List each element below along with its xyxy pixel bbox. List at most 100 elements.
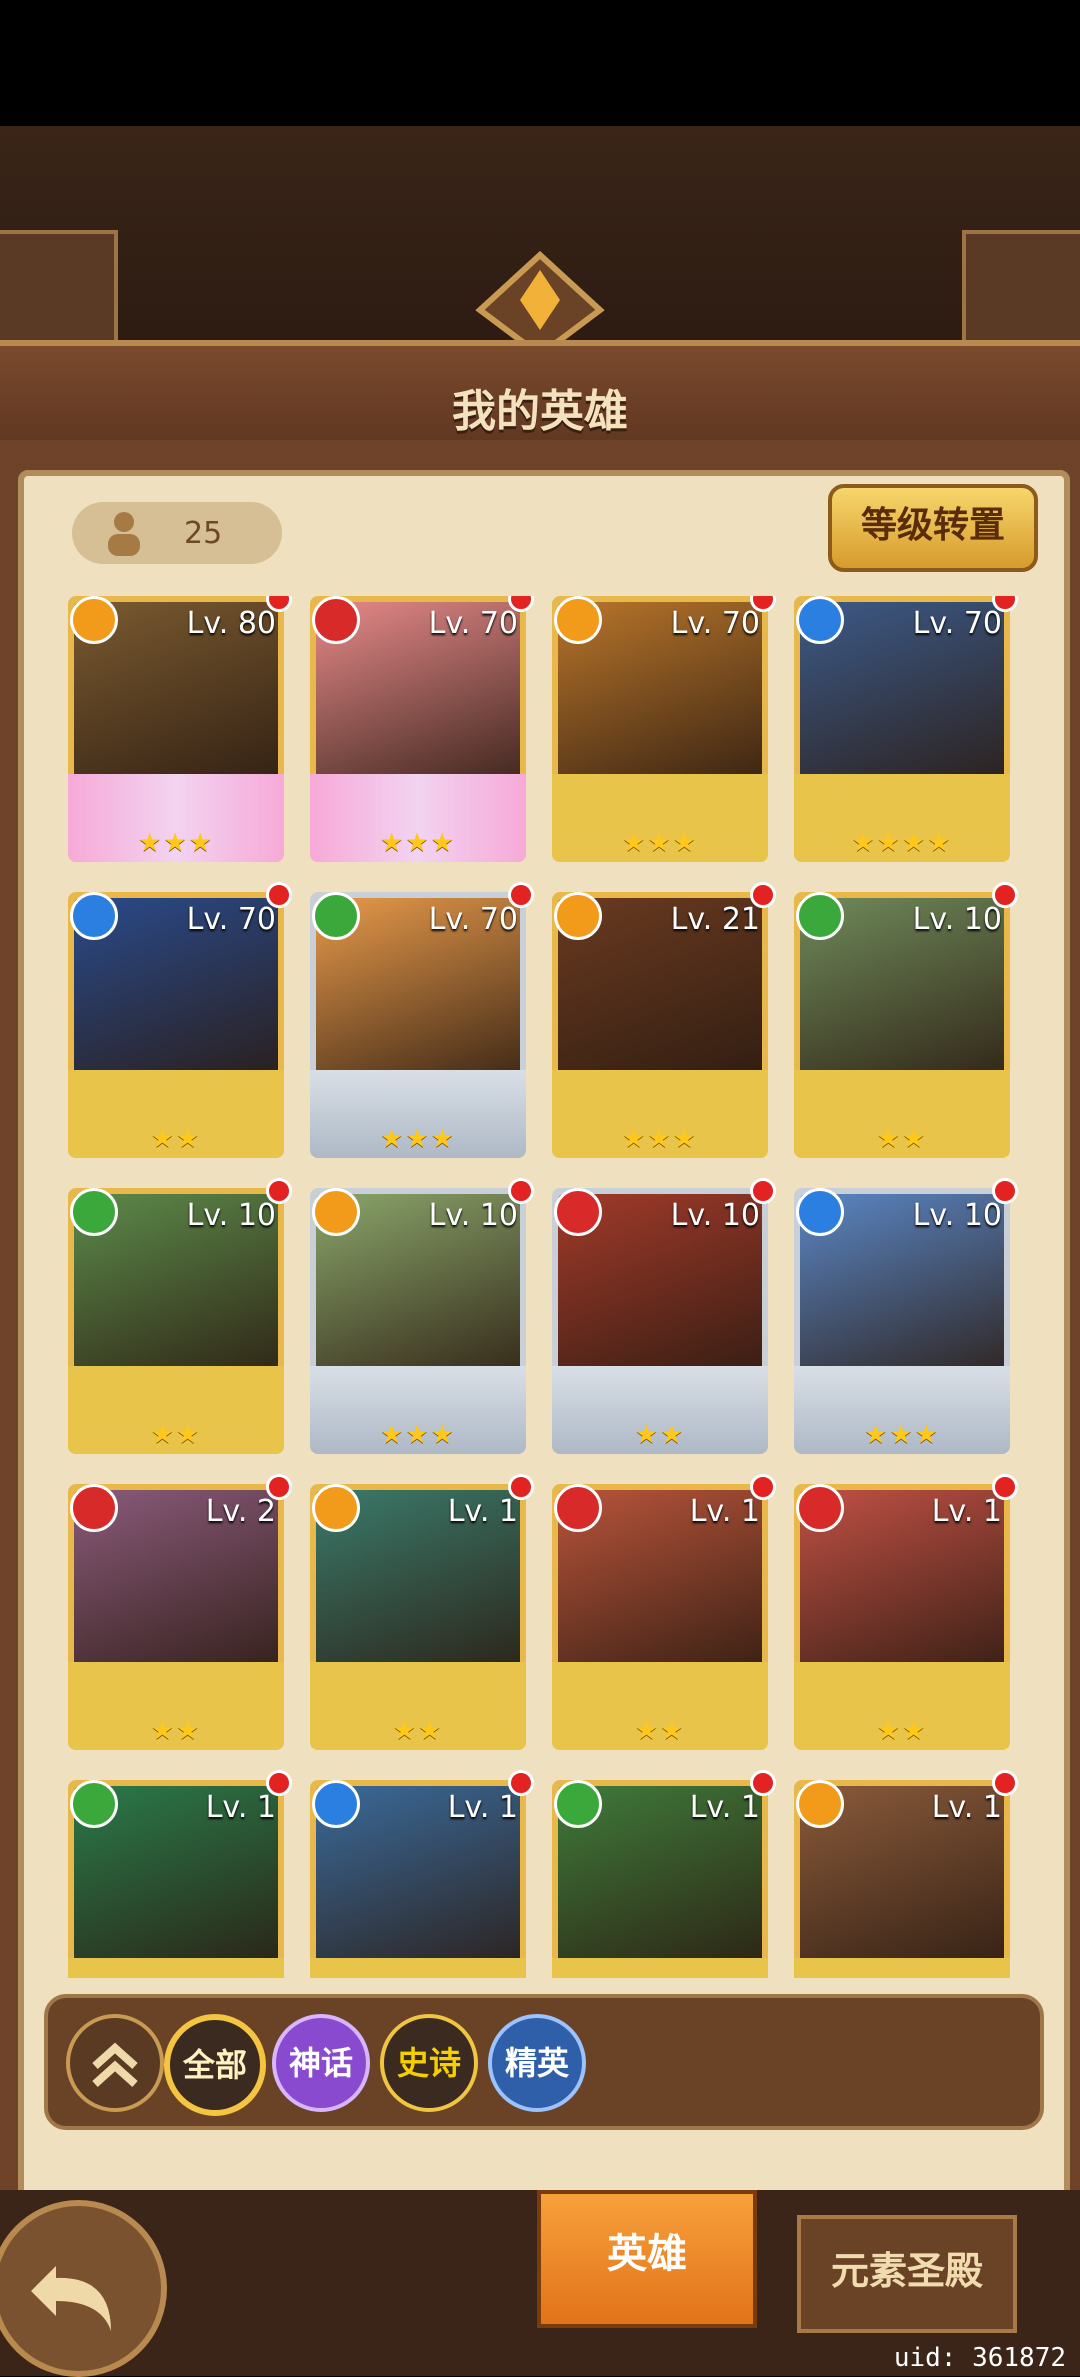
star-rating: ★★★ (622, 828, 698, 858)
filter-elite[interactable]: 精英 (488, 2014, 586, 2112)
star-rating: ★★ (876, 1716, 928, 1746)
hero-card[interactable]: ★★★ Lv. 10 (310, 1178, 534, 1454)
hero-level: Lv. 10 (670, 1198, 760, 1233)
hero-level: Lv. 10 (428, 1198, 518, 1233)
fire-red-element-icon (554, 1484, 602, 1532)
notification-dot (992, 882, 1018, 908)
star-rating: ★★★ (622, 1124, 698, 1154)
filter-epic[interactable]: 史诗 (380, 2014, 478, 2112)
notification-dot (508, 882, 534, 908)
fire-orange-element-icon (312, 1484, 360, 1532)
person-icon (108, 512, 140, 556)
tab-element-shrine[interactable]: 元素圣殿 (797, 2215, 1017, 2333)
star-rating: ★★★ (380, 1420, 456, 1450)
hero-frame-base (68, 1958, 284, 1978)
fire-orange-element-icon (554, 596, 602, 644)
notification-dot (750, 1178, 776, 1204)
right-pillar (962, 230, 1080, 348)
hero-card[interactable]: ★★★ Lv. 70 (310, 882, 534, 1158)
star-rating: ★★ (150, 1124, 202, 1154)
hero-level: Lv. 70 (428, 902, 518, 937)
star-rating: ★★★ (380, 1124, 456, 1154)
hero-level: Lv. 1 (447, 1790, 518, 1825)
star-rating: ★★★★ (851, 828, 953, 858)
hero-card[interactable]: ★★★ Lv. 21 (552, 882, 776, 1158)
left-pillar (0, 230, 118, 348)
star-rating: ★★ (150, 1420, 202, 1450)
hero-level: Lv. 21 (670, 902, 760, 937)
hero-level: Lv. 70 (670, 606, 760, 641)
hero-level: Lv. 70 (912, 606, 1002, 641)
water-element-icon (70, 892, 118, 940)
hero-card[interactable]: ★★ Lv. 2 (68, 1474, 292, 1750)
hero-level: Lv. 1 (689, 1494, 760, 1529)
hero-level: Lv. 70 (428, 606, 518, 641)
fire-red-element-icon (554, 1188, 602, 1236)
star-rating: ★★ (876, 1124, 928, 1154)
notification-dot (266, 1474, 292, 1500)
level-transfer-button[interactable]: 等级转置 (828, 484, 1038, 572)
star-rating: ★★ (634, 1716, 686, 1746)
hero-level: Lv. 1 (689, 1790, 760, 1825)
hero-card[interactable]: ★★★ Lv. 80 (68, 596, 292, 862)
fire-orange-element-icon (554, 892, 602, 940)
notification-dot (508, 1770, 534, 1796)
star-rating: ★★ (392, 1716, 444, 1746)
user-id: uid: 361872 (893, 2343, 1066, 2373)
water-element-icon (312, 1780, 360, 1828)
hero-card[interactable]: Lv. 1 (68, 1770, 292, 1978)
hero-card[interactable]: ★★ Lv. 10 (552, 1178, 776, 1454)
hero-card[interactable]: ★★ Lv. 70 (68, 882, 292, 1158)
star-rating: ★★★ (138, 828, 214, 858)
hero-level: Lv. 1 (447, 1494, 518, 1529)
nature-element-icon (70, 1780, 118, 1828)
hero-card[interactable]: Lv. 1 (552, 1770, 776, 1978)
double-chevron-up-icon (92, 2042, 138, 2087)
fire-red-element-icon (312, 596, 360, 644)
hero-count-badge: 25 (72, 502, 282, 564)
nature-element-icon (312, 892, 360, 940)
collapse-button[interactable] (66, 2014, 164, 2112)
hero-card[interactable]: ★★★ Lv. 70 (310, 596, 534, 862)
notification-dot (266, 1770, 292, 1796)
notification-dot (750, 1474, 776, 1500)
hero-level: Lv. 10 (912, 1198, 1002, 1233)
nature-element-icon (796, 892, 844, 940)
hero-card[interactable]: ★★ Lv. 1 (794, 1474, 1018, 1750)
notification-dot (750, 1770, 776, 1796)
notification-dot (508, 1178, 534, 1204)
back-button[interactable] (0, 2200, 167, 2377)
hero-level: Lv. 1 (931, 1790, 1002, 1825)
notification-dot (750, 882, 776, 908)
filter-mythic[interactable]: 神话 (272, 2014, 370, 2112)
tab-heroes[interactable]: 英雄 (537, 2190, 757, 2328)
filter-bar: 全部 神话 史诗 精英 (44, 1994, 1044, 2130)
hero-level: Lv. 2 (205, 1494, 276, 1529)
nature-element-icon (554, 1780, 602, 1828)
notification-dot (992, 1178, 1018, 1204)
fire-orange-element-icon (796, 1780, 844, 1828)
hero-card[interactable]: ★★ Lv. 1 (310, 1474, 534, 1750)
star-rating: ★★★ (380, 828, 456, 858)
hero-card[interactable]: ★★ Lv. 1 (552, 1474, 776, 1750)
star-rating: ★★ (634, 1420, 686, 1450)
hero-card[interactable]: ★★ Lv. 10 (794, 882, 1018, 1158)
water-element-icon (796, 1188, 844, 1236)
hero-count: 25 (184, 516, 223, 551)
notification-dot (992, 1474, 1018, 1500)
hero-card[interactable]: ★★★ Lv. 70 (552, 596, 776, 862)
hero-level: Lv. 10 (186, 1198, 276, 1233)
notification-dot (508, 1474, 534, 1500)
water-element-icon (796, 596, 844, 644)
fire-red-element-icon (796, 1484, 844, 1532)
hero-card[interactable]: ★★★ Lv. 10 (794, 1178, 1018, 1454)
filter-all[interactable]: 全部 (164, 2014, 266, 2116)
fire-orange-element-icon (312, 1188, 360, 1236)
notification-dot (992, 1770, 1018, 1796)
hero-grid: ★★★ Lv. 80 ★★★ Lv. 70 ★★★ Lv. 70 ★★★★ Lv. 70 ★★ L… (62, 596, 1022, 1978)
hero-card[interactable]: Lv. 1 (794, 1770, 1018, 1978)
hero-card[interactable]: ★★ Lv. 10 (68, 1178, 292, 1454)
hero-card[interactable]: ★★★★ Lv. 70 (794, 596, 1018, 862)
fire-orange-element-icon (70, 596, 118, 644)
hero-card[interactable]: Lv. 1 (310, 1770, 534, 1978)
